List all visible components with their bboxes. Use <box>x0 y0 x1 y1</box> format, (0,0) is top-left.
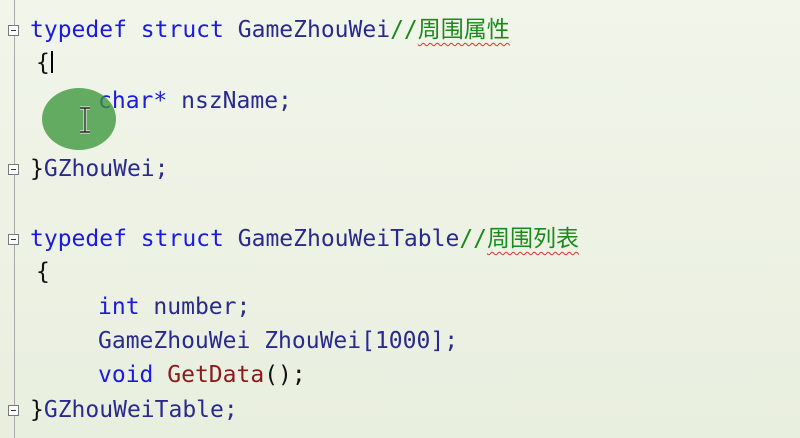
fold-gutter-line <box>14 0 15 438</box>
struct-name: GameZhouWei <box>237 17 391 43</box>
member-name: nszName; <box>181 88 292 114</box>
code-line-open-brace[interactable]: { <box>36 48 53 78</box>
keyword: typedef <box>30 17 127 43</box>
type-keyword: void <box>98 362 154 388</box>
collapse-minus-icon[interactable] <box>8 234 19 245</box>
code-line-close-brace[interactable]: }GZhouWei; <box>30 154 168 184</box>
code-line-struct-header[interactable]: typedef struct GameZhouWeiTable//周围列表 <box>30 224 579 254</box>
comment-text: 周围列表 <box>487 226 580 252</box>
member-name: number; <box>153 294 251 320</box>
keyword: struct <box>140 17 224 43</box>
typedef-alias: GZhouWei; <box>43 156 169 182</box>
keyword: struct <box>140 226 224 252</box>
close-brace: } <box>30 156 44 182</box>
type-name: GameZhouWei <box>98 328 251 354</box>
typedef-alias: GZhouWeiTable; <box>43 397 238 423</box>
collapse-minus-icon[interactable] <box>8 164 19 175</box>
code-line-open-brace[interactable]: { <box>36 257 50 287</box>
keyword: typedef <box>30 226 127 252</box>
type-keyword: int <box>98 294 140 320</box>
comment-slashes: // <box>459 226 488 252</box>
open-brace: { <box>36 259 50 285</box>
code-line-member[interactable]: int number; <box>98 292 250 322</box>
code-editor[interactable]: typedef struct GameZhouWei//周围属性 { char*… <box>0 0 800 438</box>
code-line-member[interactable]: char* nszName; <box>98 86 292 116</box>
call-parens: (); <box>264 362 306 388</box>
comment-text: 周围属性 <box>417 17 510 43</box>
collapse-minus-icon[interactable] <box>8 405 19 416</box>
struct-name: GameZhouWeiTable <box>237 226 460 252</box>
code-line-method[interactable]: void GetData(); <box>98 360 306 390</box>
member-name: ZhouWei[1000]; <box>264 328 459 354</box>
function-name: GetData <box>167 362 265 388</box>
close-brace: } <box>30 397 44 423</box>
code-line-close-brace[interactable]: }GZhouWeiTable; <box>30 395 238 425</box>
collapse-minus-icon[interactable] <box>8 25 19 36</box>
open-brace: { <box>36 50 50 76</box>
comment-slashes: // <box>390 17 418 43</box>
code-line-member[interactable]: GameZhouWei ZhouWei[1000]; <box>98 326 458 356</box>
text-caret <box>50 51 53 73</box>
ibeam-cursor-icon <box>78 106 92 134</box>
code-line-struct-header[interactable]: typedef struct GameZhouWei//周围属性 <box>30 15 510 45</box>
